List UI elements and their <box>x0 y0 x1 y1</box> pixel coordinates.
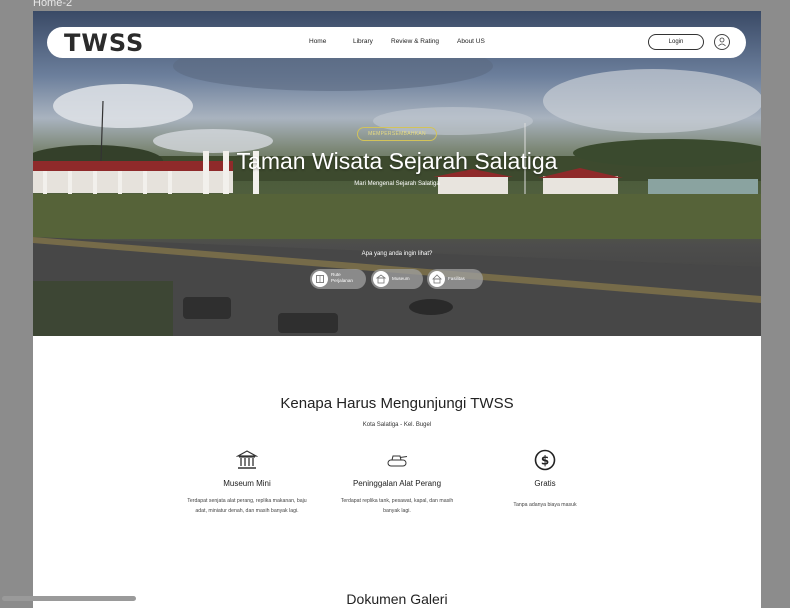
feature-gratis: $ Gratis Tanpa adanya biaya masuk <box>465 449 625 510</box>
nav-link-library[interactable]: Library <box>353 38 373 45</box>
feature-desc: Terdapat replika tank, pesawat, kapal, d… <box>340 498 454 504</box>
dollar-icon: $ <box>534 449 556 471</box>
tank-icon <box>387 455 408 467</box>
why-section-subtitle: Kota Salatiga - Kel. Bugel <box>362 422 432 428</box>
page: TWSS Home Library Review & Rating About … <box>33 11 761 608</box>
hero-badge: MEMPERSEMBAHKAN <box>357 127 437 141</box>
navbar: TWSS Home Library Review & Rating About … <box>47 27 746 58</box>
museum-icon <box>373 271 389 287</box>
hero-subtitle: Mari Mengenal Sejarah Salatiga <box>354 181 440 187</box>
chip-label: Fasilitas <box>448 276 465 281</box>
nav-link-about-us[interactable]: About US <box>457 38 485 45</box>
frame-label: Home-2 <box>33 0 73 9</box>
feature-title: Peninggalan Alat Perang <box>352 479 442 488</box>
svg-text:$: $ <box>541 454 549 468</box>
feature-desc: Terdapat senjata alat perang, replika ma… <box>187 498 307 504</box>
feature-desc: Tanpa adanya biaya masuk <box>513 502 577 508</box>
hero-question: Apa yang anda ingin lihat? <box>361 251 433 257</box>
why-section-title: Kenapa Harus Mengunjungi TWSS <box>280 395 514 412</box>
chip-label: Perjalanan <box>331 278 353 283</box>
user-icon[interactable] <box>714 34 730 50</box>
hero-title: Taman Wisata Sejarah Salatiga <box>236 148 558 174</box>
nav-link-home[interactable]: Home <box>309 38 326 45</box>
map-icon <box>312 271 328 287</box>
feature-title: Gratis <box>534 479 556 488</box>
feature-peninggalan-alat-perang: Peninggalan Alat Perang Terdapat replika… <box>317 449 477 516</box>
chip-museum[interactable]: Museum <box>371 269 423 289</box>
chip-label: Museum <box>392 276 410 281</box>
hero-section: TWSS Home Library Review & Rating About … <box>33 11 761 336</box>
login-button[interactable]: Login <box>648 34 704 50</box>
gallery-section-title: Dokumen Galeri <box>346 591 448 607</box>
logo[interactable]: TWSS <box>64 29 144 57</box>
facility-icon <box>429 271 445 287</box>
museum-icon <box>236 450 258 469</box>
horizontal-scrollbar[interactable] <box>2 596 136 601</box>
feature-museum-mini: Museum Mini Terdapat senjata alat perang… <box>167 449 327 516</box>
nav-link-review-rating[interactable]: Review & Rating <box>391 38 439 45</box>
chip-fasilitas[interactable]: Fasilitas <box>427 269 483 289</box>
chip-label: Rute <box>331 272 341 277</box>
feature-desc: adat, miniatur denah, dan masih banyak l… <box>195 508 299 514</box>
feature-desc: banyak lagi. <box>383 508 411 514</box>
feature-title: Museum Mini <box>223 479 271 488</box>
chip-rute-perjalanan[interactable]: Rute Perjalanan <box>310 269 366 289</box>
